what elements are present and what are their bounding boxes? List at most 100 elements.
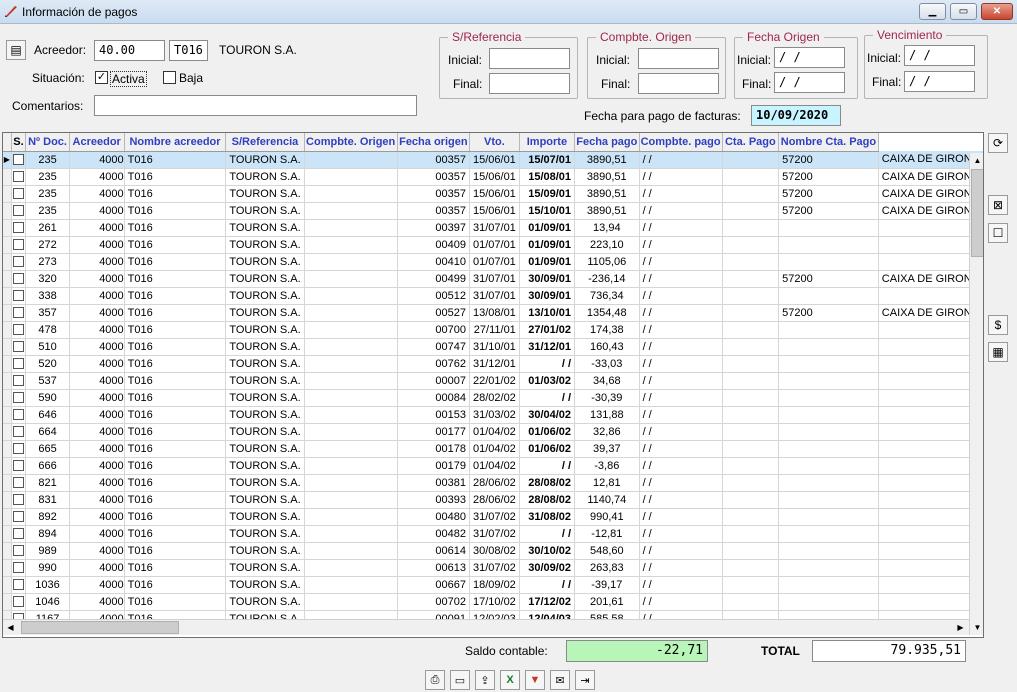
column-header[interactable]: Compbte. Origen bbox=[304, 133, 398, 152]
row-checkbox-cell[interactable] bbox=[11, 287, 27, 305]
row-checkbox-cell[interactable] bbox=[11, 338, 27, 356]
row-checkbox-cell[interactable] bbox=[11, 355, 27, 373]
money-button[interactable]: $ bbox=[988, 315, 1008, 335]
row-checkbox-cell[interactable] bbox=[11, 270, 27, 288]
refresh-button[interactable]: ⟳ bbox=[988, 133, 1008, 153]
compbte-inicial-field[interactable] bbox=[638, 48, 719, 69]
row-checkbox[interactable] bbox=[13, 188, 24, 200]
row-checkbox-cell[interactable] bbox=[11, 185, 27, 203]
acreedor-code-field[interactable]: 40.00 bbox=[94, 40, 165, 61]
select-all-button[interactable]: ⊠ bbox=[988, 195, 1008, 215]
minimize-button[interactable]: ▁ bbox=[919, 3, 946, 20]
scroll-right-icon[interactable]: ▶ bbox=[953, 620, 968, 635]
export-button[interactable]: ⇪ bbox=[475, 670, 495, 690]
table-row[interactable]: 894 4000 T016 TOURON S.A. 00482 31/07/02 / / -… bbox=[3, 525, 983, 543]
sref-inicial-field[interactable] bbox=[489, 48, 570, 69]
vertical-scrollbar[interactable]: ▲ ▼ bbox=[969, 153, 983, 635]
fecha-origen-final-field[interactable]: / / bbox=[774, 72, 845, 93]
row-checkbox-cell[interactable] bbox=[11, 423, 27, 441]
vencimiento-inicial-field[interactable]: / / bbox=[904, 45, 975, 66]
row-checkbox-cell[interactable] bbox=[11, 508, 27, 526]
table-row[interactable]: ▶ 235 4000 T016 TOURON S.A. 00357 15/06/01 15/0… bbox=[3, 151, 983, 169]
column-header[interactable]: Nombre acreedor bbox=[124, 133, 227, 152]
column-header[interactable]: Nº Doc. bbox=[25, 133, 70, 152]
table-row[interactable]: 664 4000 T016 TOURON S.A. 00177 01/04/02 01/06… bbox=[3, 423, 983, 441]
scroll-up-icon[interactable]: ▲ bbox=[970, 153, 983, 168]
row-checkbox[interactable] bbox=[13, 358, 24, 370]
table-row[interactable]: 235 4000 T016 TOURON S.A. 00357 15/06/01 15/09… bbox=[3, 185, 983, 203]
row-checkbox-cell[interactable] bbox=[11, 576, 27, 594]
column-header[interactable]: S. bbox=[11, 133, 27, 152]
row-checkbox-cell[interactable] bbox=[11, 559, 27, 577]
row-checkbox-cell[interactable] bbox=[11, 236, 27, 254]
row-checkbox-cell[interactable] bbox=[11, 321, 27, 339]
row-checkbox[interactable] bbox=[13, 205, 24, 217]
horizontal-scrollbar[interactable]: ◀ ▶ bbox=[3, 619, 969, 635]
row-checkbox[interactable] bbox=[13, 477, 24, 489]
table-row[interactable]: 510 4000 T016 TOURON S.A. 00747 31/10/01 31/12… bbox=[3, 338, 983, 356]
maximize-button[interactable]: ▭ bbox=[950, 3, 977, 20]
row-checkbox-cell[interactable] bbox=[11, 168, 27, 186]
table-row[interactable]: 1036 4000 T016 TOURON S.A. 00667 18/09/02 / /… bbox=[3, 576, 983, 594]
baja-checkbox[interactable] bbox=[163, 71, 176, 84]
row-checkbox-cell[interactable] bbox=[11, 491, 27, 509]
activa-checkbox[interactable]: ✓ bbox=[95, 71, 108, 84]
row-checkbox-cell[interactable] bbox=[11, 202, 27, 220]
row-checkbox[interactable] bbox=[13, 171, 24, 183]
table-row[interactable]: 272 4000 T016 TOURON S.A. 00409 01/07/01 01/09… bbox=[3, 236, 983, 254]
table-row[interactable]: 320 4000 T016 TOURON S.A. 00499 31/07/01 30/09… bbox=[3, 270, 983, 288]
row-checkbox[interactable] bbox=[13, 307, 24, 319]
lookup-book-button[interactable]: ▤ bbox=[6, 40, 26, 60]
row-checkbox[interactable] bbox=[13, 494, 24, 506]
deselect-all-button[interactable]: ☐ bbox=[988, 223, 1008, 243]
table-row[interactable]: 892 4000 T016 TOURON S.A. 00480 31/07/02 31/08… bbox=[3, 508, 983, 526]
column-header[interactable]: Compbte. pago bbox=[639, 133, 723, 152]
column-header[interactable]: Nombre Cta. Pago bbox=[778, 133, 879, 152]
scroll-down-icon[interactable]: ▼ bbox=[970, 620, 983, 635]
vencimiento-final-field[interactable]: / / bbox=[904, 71, 975, 92]
table-row[interactable]: 665 4000 T016 TOURON S.A. 00178 01/04/02 01/06… bbox=[3, 440, 983, 458]
column-header[interactable]: Importe bbox=[519, 133, 576, 152]
row-checkbox[interactable] bbox=[13, 528, 24, 540]
row-checkbox[interactable] bbox=[13, 341, 24, 353]
scroll-left-icon[interactable]: ◀ bbox=[3, 620, 18, 635]
column-header[interactable]: Fecha pago bbox=[574, 133, 640, 152]
row-checkbox[interactable] bbox=[13, 545, 24, 557]
preview-button[interactable]: ▭ bbox=[450, 670, 470, 690]
table-row[interactable]: 520 4000 T016 TOURON S.A. 00762 31/12/01 / / -… bbox=[3, 355, 983, 373]
table-row[interactable]: 537 4000 T016 TOURON S.A. 00007 22/01/02 01/03… bbox=[3, 372, 983, 390]
column-header[interactable]: Acreedor bbox=[69, 133, 125, 152]
row-checkbox-cell[interactable] bbox=[11, 389, 27, 407]
exit-button[interactable]: ⇥ bbox=[575, 670, 595, 690]
row-checkbox[interactable] bbox=[13, 562, 24, 574]
row-checkbox[interactable] bbox=[13, 579, 24, 591]
table-row[interactable]: 1046 4000 T016 TOURON S.A. 00702 17/10/02 17/1… bbox=[3, 593, 983, 611]
compbte-final-field[interactable] bbox=[638, 73, 719, 94]
column-header[interactable]: S/Referencia bbox=[225, 133, 305, 152]
vertical-scroll-thumb[interactable] bbox=[971, 169, 983, 257]
chart-button[interactable]: ▦ bbox=[988, 342, 1008, 362]
sref-final-field[interactable] bbox=[489, 73, 570, 94]
table-row[interactable]: 989 4000 T016 TOURON S.A. 00614 30/08/02 30/10… bbox=[3, 542, 983, 560]
row-checkbox[interactable] bbox=[13, 460, 24, 472]
row-checkbox[interactable] bbox=[13, 273, 24, 285]
acreedor-sub-field[interactable]: T016 bbox=[169, 40, 208, 61]
row-checkbox[interactable] bbox=[13, 154, 24, 166]
column-header[interactable]: Cta. Pago bbox=[722, 133, 780, 152]
row-checkbox-cell[interactable] bbox=[11, 525, 27, 543]
row-checkbox-cell[interactable] bbox=[11, 304, 27, 322]
close-button[interactable]: ✕ bbox=[981, 3, 1013, 20]
column-header[interactable]: Vto. bbox=[469, 133, 520, 152]
table-row[interactable]: 821 4000 T016 TOURON S.A. 00381 28/06/02 28/08… bbox=[3, 474, 983, 492]
table-row[interactable]: 990 4000 T016 TOURON S.A. 00613 31/07/02 30/09… bbox=[3, 559, 983, 577]
fecha-origen-inicial-field[interactable]: / / bbox=[774, 47, 845, 68]
table-row[interactable]: 273 4000 T016 TOURON S.A. 00410 01/07/01 01/09… bbox=[3, 253, 983, 271]
table-row[interactable]: 261 4000 T016 TOURON S.A. 00397 31/07/01 01/09… bbox=[3, 219, 983, 237]
row-checkbox[interactable] bbox=[13, 392, 24, 404]
comentarios-field[interactable] bbox=[94, 95, 417, 116]
row-checkbox[interactable] bbox=[13, 511, 24, 523]
table-row[interactable]: 831 4000 T016 TOURON S.A. 00393 28/06/02 28/08… bbox=[3, 491, 983, 509]
row-checkbox[interactable] bbox=[13, 290, 24, 302]
row-checkbox-cell[interactable] bbox=[11, 440, 27, 458]
row-checkbox-cell[interactable] bbox=[11, 542, 27, 560]
